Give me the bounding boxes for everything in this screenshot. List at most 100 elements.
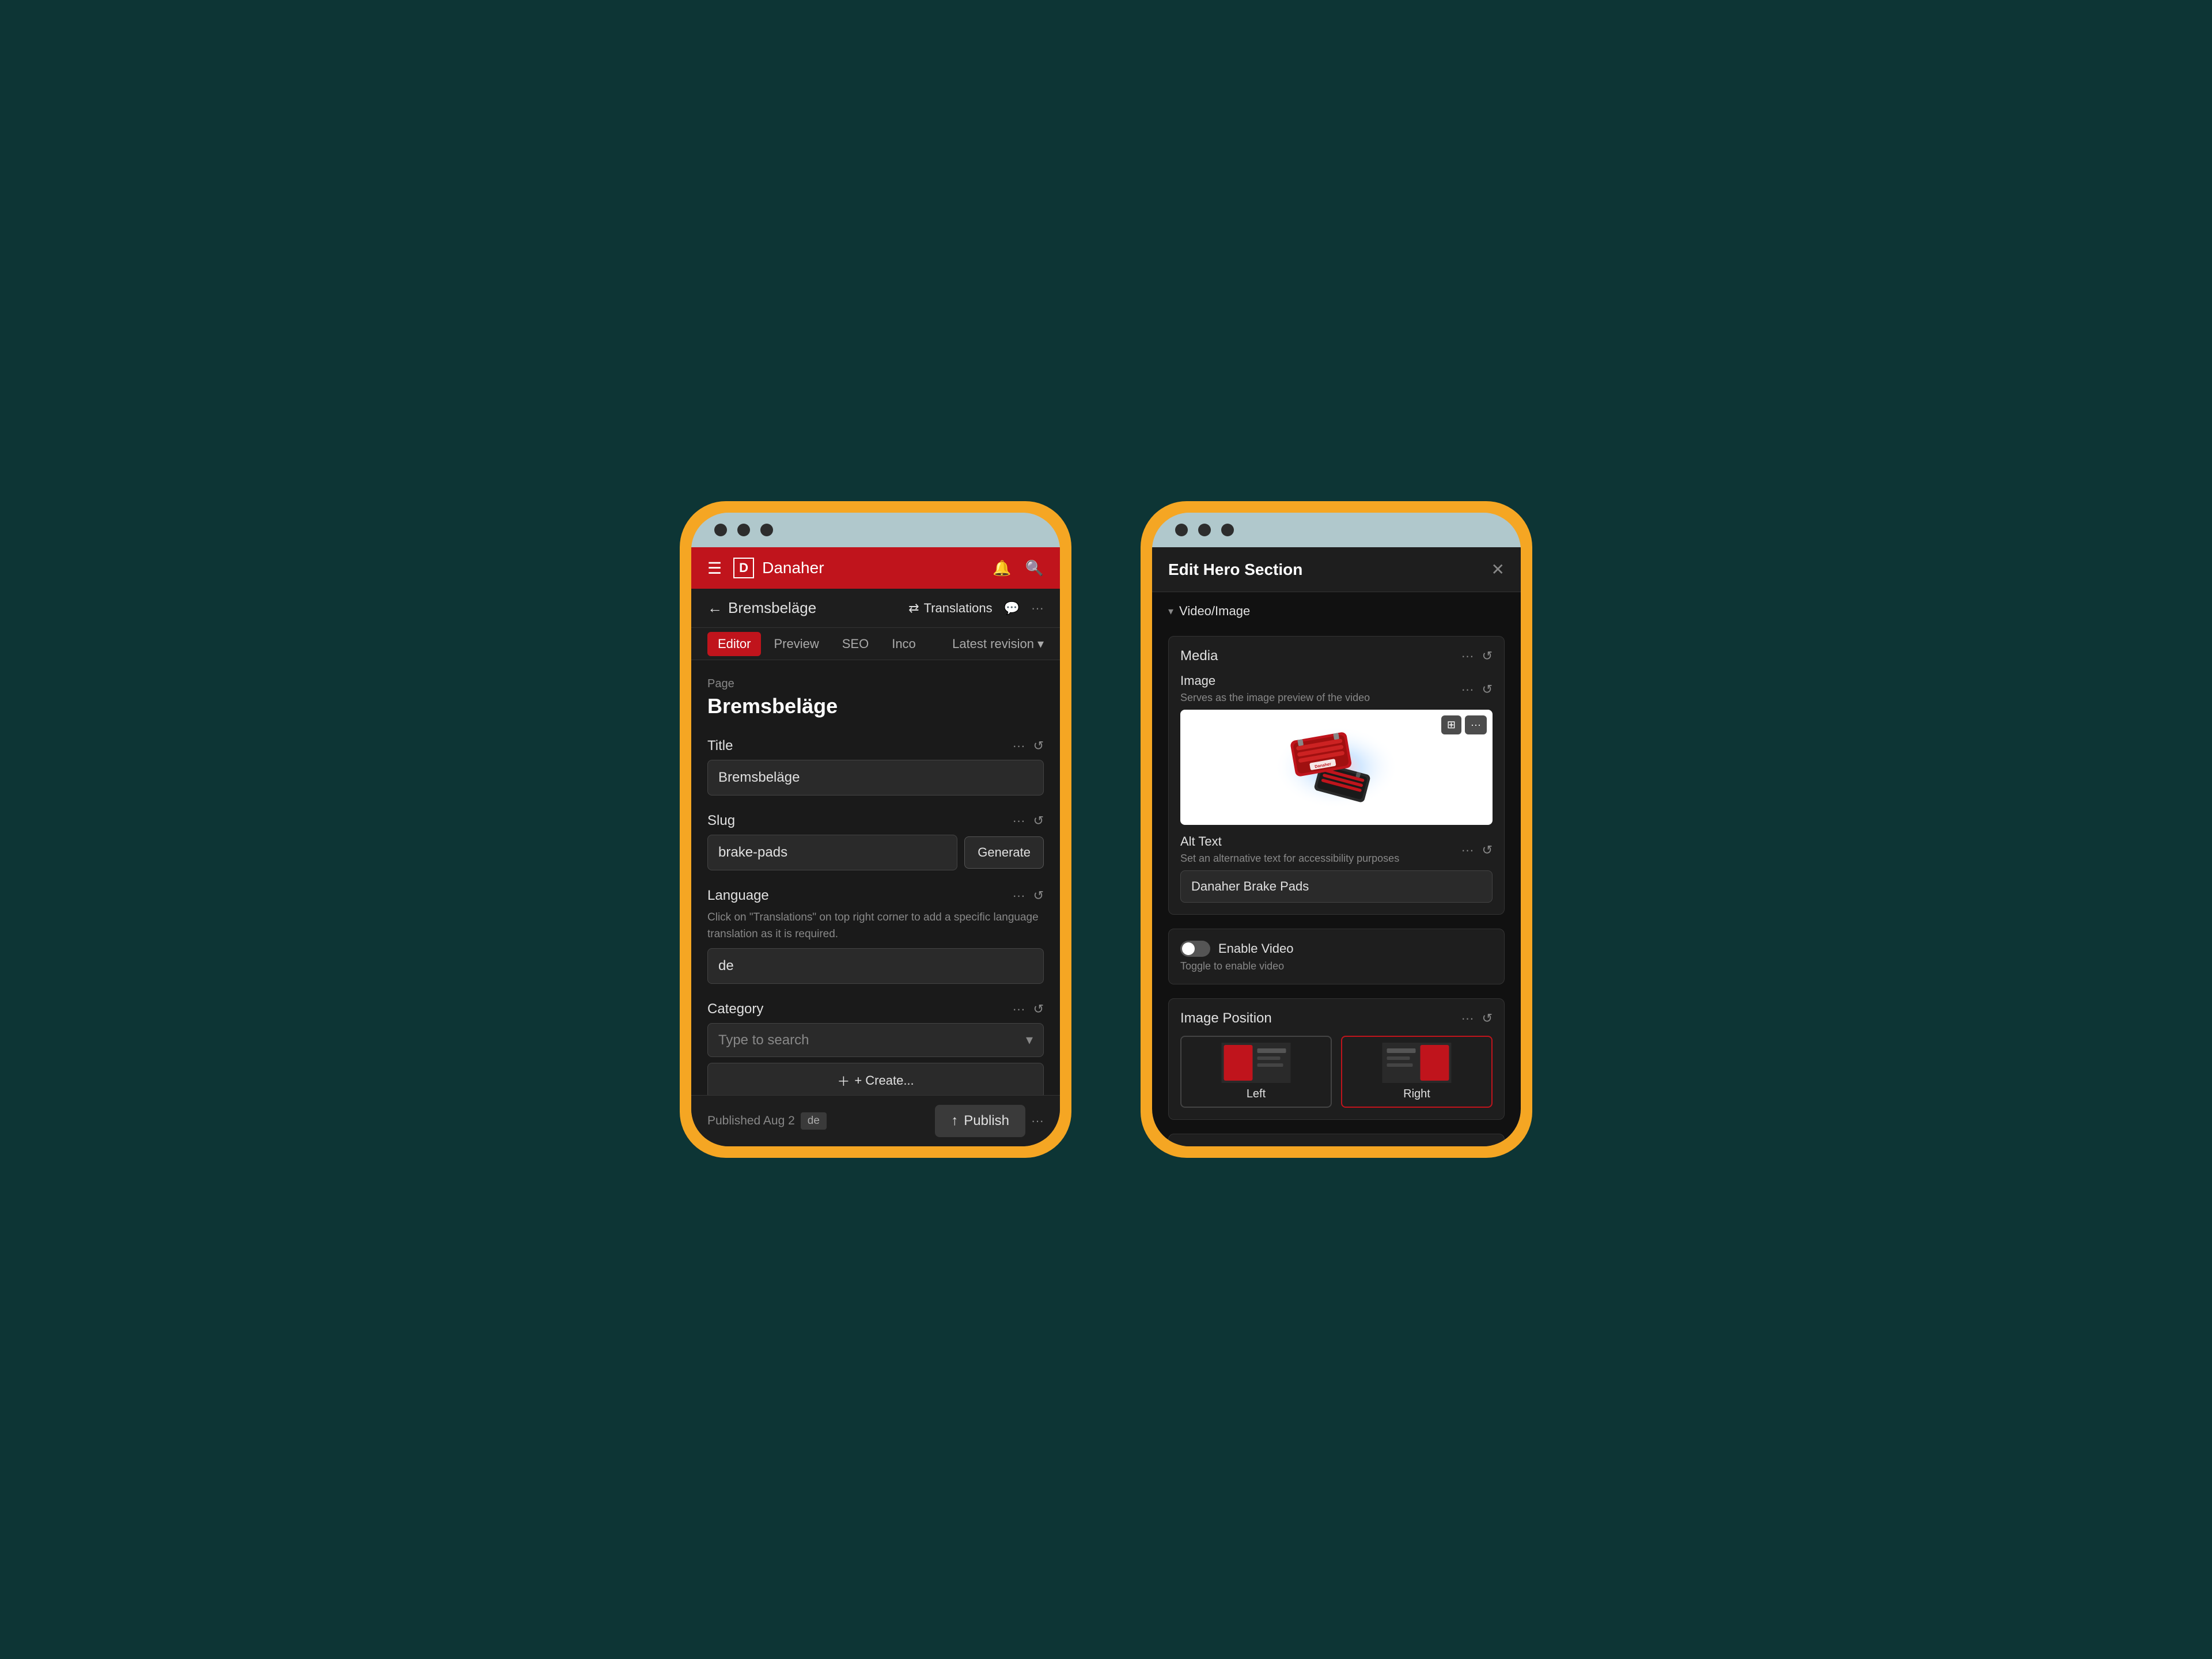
image-actions: ··· ↺ [1461,682,1493,697]
back-button[interactable]: ← Bremsbeläge [707,599,816,617]
right-phone: Edit Hero Section ✕ ▾ Video/Image Media … [1141,501,1532,1158]
alt-text-hint: Set an alternative text for accessibilit… [1180,851,1399,866]
page-header: ← Bremsbeläge ⇄ Translations 💬 ··· [691,589,1060,628]
more-icon[interactable]: 💬 [1004,601,1020,616]
title-input[interactable] [707,760,1044,796]
slug-input[interactable] [707,835,957,870]
alt-text-title: Alt Text [1180,834,1399,849]
alt-text-more-btn[interactable]: ··· [1461,843,1474,858]
close-button[interactable]: ✕ [1491,560,1505,579]
tab-preview-label: Preview [774,637,819,651]
image-container[interactable]: ⊞ ··· [1180,710,1493,825]
tab-seo-label: SEO [842,637,869,651]
image-more-btn[interactable]: ··· [1461,682,1474,697]
translations-label: Translations [924,601,993,616]
tab-seo[interactable]: SEO [832,632,879,656]
category-more-btn[interactable]: ··· [1013,1002,1025,1017]
tab-revision[interactable]: Latest revision ▾ [952,637,1044,652]
position-more-btn[interactable]: ··· [1461,1011,1474,1026]
minimum-height-section: Minimum Height ··· ↺ [1168,1134,1505,1146]
modal-scroll: ▾ Video/Image Media ··· ↺ [1152,592,1521,1146]
position-left-label: Left [1247,1088,1266,1101]
published-info: Published Aug 2 de [707,1112,827,1130]
section-arrow: ▾ [1168,605,1173,618]
position-left-option[interactable]: Left [1180,1036,1332,1108]
alt-text-field: Alt Text Set an alternative text for acc… [1180,834,1493,903]
translations-button[interactable]: ⇄ Translations [908,601,992,616]
image-position-section: Image Position ··· ↺ [1168,998,1505,1120]
tab-editor-label: Editor [718,637,751,651]
image-title: Image [1180,673,1370,688]
publish-button[interactable]: ↑ Publish [935,1105,1025,1137]
brand-name: Danaher [762,559,993,577]
alt-text-refresh-icon[interactable]: ↺ [1482,843,1493,858]
title-field-header: Title ··· ↺ [707,738,1044,754]
slug-label: Slug [707,813,735,829]
back-arrow: ← [707,599,722,617]
image-hint: Serves as the image preview of the video [1180,691,1370,705]
category-search[interactable]: Type to search ▾ [707,1023,1044,1057]
tab-preview[interactable]: Preview [763,632,829,656]
create-label: + Create... [854,1073,914,1088]
slug-refresh-icon[interactable]: ↺ [1033,813,1044,828]
bell-icon[interactable]: 🔔 [993,559,1011,577]
search-icon[interactable]: 🔍 [1025,559,1044,577]
language-more-btn[interactable]: ··· [1013,888,1025,903]
page-section: Page Bremsbeläge [707,677,1044,721]
publish-label: Publish [964,1113,1009,1129]
media-actions: ··· ↺ [1461,649,1493,664]
page-header-actions: ⇄ Translations 💬 ··· [908,601,1044,616]
image-refresh-icon[interactable]: ↺ [1482,682,1493,697]
language-field-actions: ··· ↺ [1013,888,1044,903]
app-content-left: ☰ D Danaher 🔔 🔍 ← Bremsbeläge ⇄ [691,547,1060,1146]
logo-letter: D [739,560,748,575]
title-label: Title [707,738,733,754]
left-phone: ☰ D Danaher 🔔 🔍 ← Bremsbeläge ⇄ [680,501,1071,1158]
generate-button[interactable]: Generate [964,836,1044,869]
create-plus-icon: ＋ [837,1071,850,1090]
media-more-btn[interactable]: ··· [1461,649,1474,664]
hamburger-icon[interactable]: ☰ [707,559,722,578]
tab-inco[interactable]: Inco [881,632,926,656]
position-refresh-icon[interactable]: ↺ [1482,1011,1493,1026]
title-refresh-icon[interactable]: ↺ [1033,738,1044,753]
video-toggle-hint: Toggle to enable video [1180,960,1493,972]
published-label: Published Aug 2 [707,1114,795,1128]
image-options-btn[interactable]: ··· [1465,715,1487,734]
video-toggle-switch[interactable] [1180,941,1210,957]
language-refresh-icon[interactable]: ↺ [1033,888,1044,903]
revision-arrow: ▾ [1037,637,1044,652]
revision-label: Latest revision [952,637,1034,652]
header-more-icon[interactable]: ··· [1031,601,1044,616]
tab-editor[interactable]: Editor [707,632,761,656]
language-hint: Click on "Translations" on top right cor… [707,910,1044,942]
language-value: de [707,948,1044,984]
title-more-btn[interactable]: ··· [1013,738,1025,753]
category-field-block: Category ··· ↺ Type to search ▾ ＋ + Crea… [707,1001,1044,1095]
category-dropdown-icon: ▾ [1026,1032,1033,1048]
alt-text-input[interactable] [1180,870,1493,903]
enable-video-toggle: Enable Video Toggle to enable video [1168,929,1505,984]
media-refresh-icon[interactable]: ↺ [1482,649,1493,664]
bottom-more-btn[interactable]: ··· [1031,1113,1044,1128]
video-toggle-label: Enable Video [1218,941,1294,956]
nav-icons: 🔔 🔍 [993,559,1044,577]
slug-field-block: Slug ··· ↺ Generate [707,813,1044,870]
category-label: Category [707,1001,763,1017]
slug-row: Generate [707,835,1044,870]
phone-top-bar [691,513,1060,547]
generate-label: Generate [978,845,1031,859]
position-right-option[interactable]: Right [1341,1036,1493,1108]
image-field: Image Serves as the image preview of the… [1180,673,1493,825]
category-create-button[interactable]: ＋ + Create... [707,1063,1044,1095]
section-toggle[interactable]: ▾ Video/Image [1168,604,1505,619]
toggle-header: Enable Video [1180,941,1493,957]
category-refresh-icon[interactable]: ↺ [1033,1002,1044,1017]
image-crop-btn[interactable]: ⊞ [1441,715,1461,734]
language-field-block: Language ··· ↺ Click on "Translations" o… [707,888,1044,984]
modal-title: Edit Hero Section [1168,560,1302,579]
page-section-label: Page [707,677,1044,691]
position-options: Left [1180,1036,1493,1108]
slug-more-btn[interactable]: ··· [1013,813,1025,828]
language-label: Language [707,888,769,904]
